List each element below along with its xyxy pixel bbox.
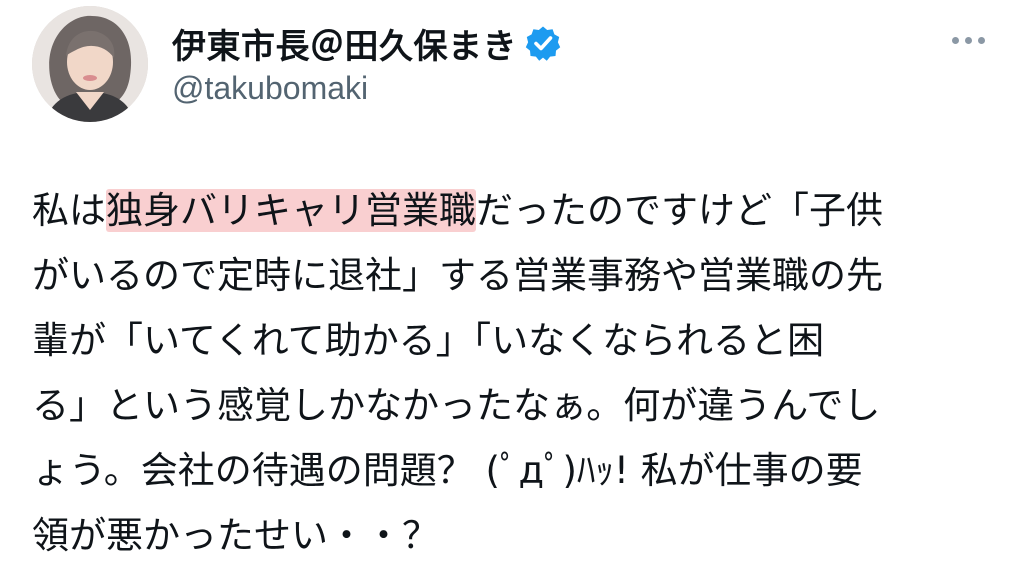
text-segment: だったのですけど「子供 [476,189,883,232]
text-segment: 領が悪かったせい・・？ [32,514,439,557]
verified-badge-icon [525,25,561,61]
text-segment: がいるので定時に退社」する営業事務や営業職の先 [32,254,883,297]
tweet-line: ょう。会社の待遇の問題？ (ﾟдﾟ)ﾊｯ! 私が仕事の要 [32,438,1002,503]
name-row: 伊東市長＠田久保まき [172,19,561,68]
avatar[interactable] [32,6,148,122]
more-dot [977,36,985,44]
text-segment: ょう。会社の待遇の問題？ (ﾟдﾟ)ﾊｯ! 私が仕事の要 [32,449,863,492]
tweet-line: 私は独身バリキャリ営業職だったのですけど「子供 [32,178,1002,243]
display-name[interactable]: 伊東市長＠田久保まき [172,19,517,68]
tweet-header: 伊東市長＠田久保まき @takubomaki [0,0,1024,140]
tweet-text: 私は独身バリキャリ営業職だったのですけど「子供 がいるので定時に退社」する営業事… [32,178,1002,568]
tweet-line: る」という感覚しかなかったなぁ。何が違うんでし [32,373,1002,438]
tweet-line: がいるので定時に退社」する営業事務や営業職の先 [32,243,1002,308]
highlighted-text: 独身バリキャリ営業職 [106,189,476,232]
tweet-line: 領が悪かったせい・・？ [32,503,1002,568]
text-segment: 私は [32,189,106,232]
more-horizontal-icon [951,36,959,44]
text-segment: る」という感覚しかなかったなぁ。何が違うんでし [32,384,881,427]
more-dot [964,36,972,44]
tweet-line: 輩が「いてくれて助かる」「いなくなられると困 [32,308,1002,373]
user-handle[interactable]: @takubomaki [172,70,368,107]
more-options-button[interactable] [944,22,992,58]
avatar-image [32,6,148,122]
text-segment: 輩が「いてくれて助かる」「いなくなられると困 [32,319,825,362]
